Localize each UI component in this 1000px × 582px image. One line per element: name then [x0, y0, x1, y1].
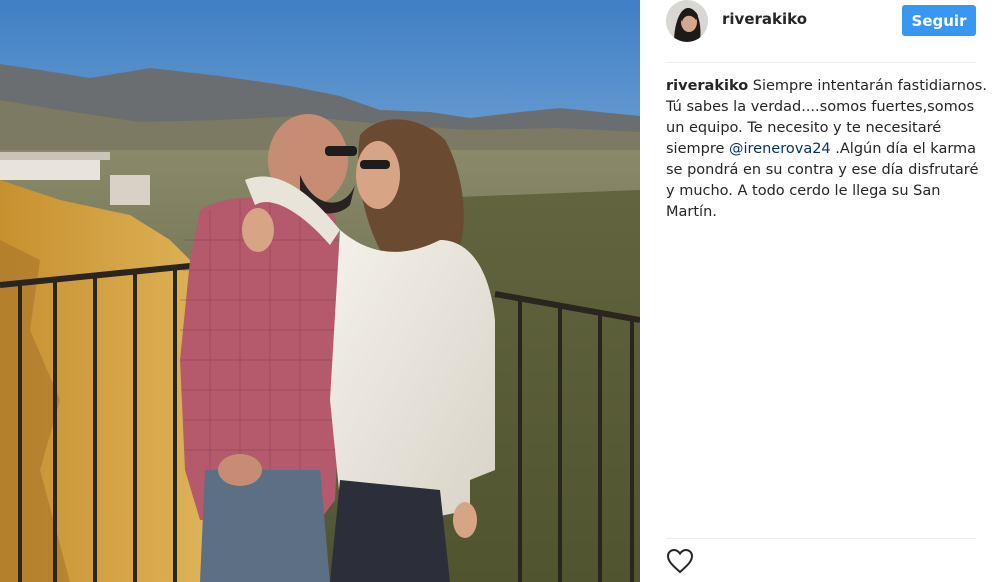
actions-divider — [666, 538, 976, 539]
caption-mention-link[interactable]: @irenerova24 — [729, 141, 831, 157]
follow-button[interactable]: Seguir — [902, 5, 976, 36]
profile-avatar[interactable] — [666, 0, 708, 42]
post-sidebar: riverakiko Seguir riverakiko Siempre int… — [640, 0, 1000, 582]
post-username[interactable]: riverakiko — [722, 10, 807, 28]
post-photo[interactable] — [0, 0, 640, 582]
header-divider — [666, 62, 976, 63]
avatar-image — [666, 0, 708, 42]
photo-couple-kissing-at-viewpoint — [0, 0, 640, 582]
caption-username[interactable]: riverakiko — [666, 78, 748, 94]
heart-outline-icon[interactable] — [666, 548, 694, 574]
post-caption: riverakiko Siempre intentarán fastidiarn… — [666, 76, 988, 223]
post-header: riverakiko Seguir — [640, 0, 1000, 62]
